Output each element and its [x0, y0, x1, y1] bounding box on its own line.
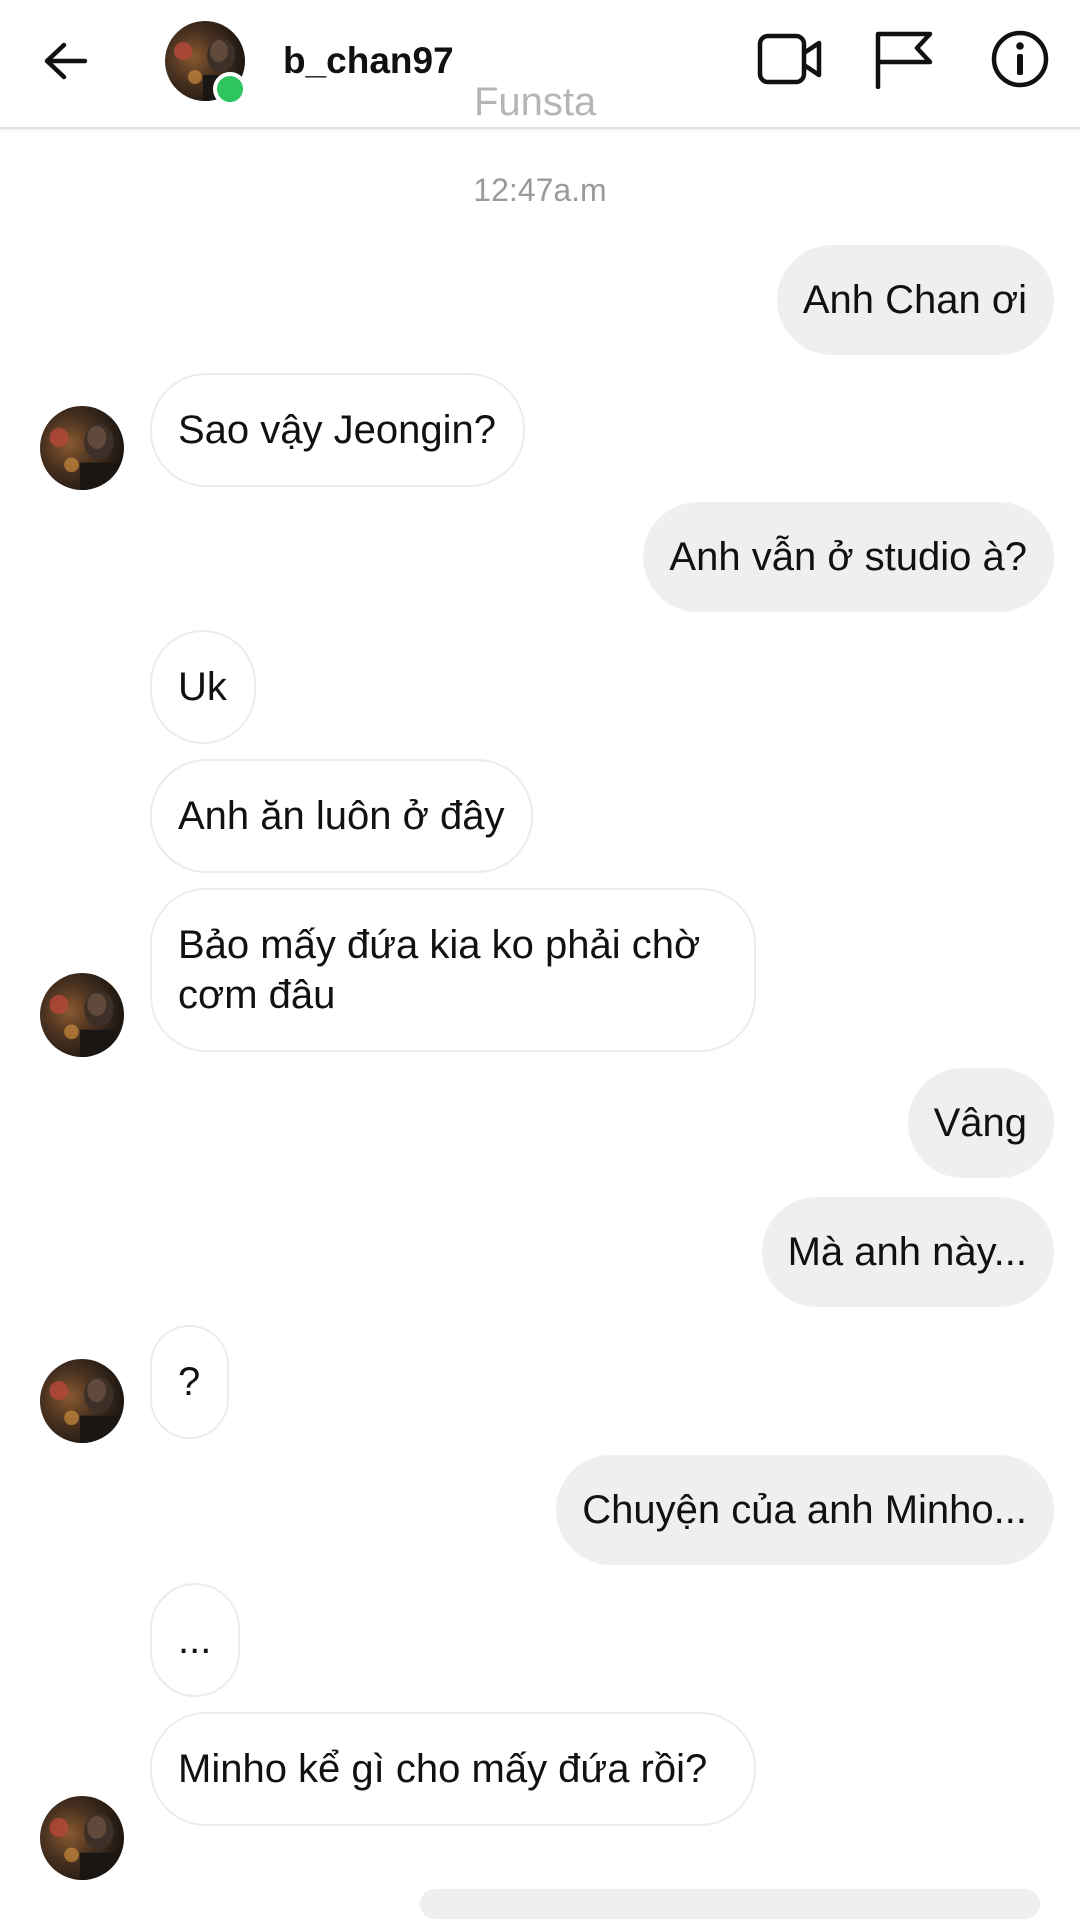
arrow-left-icon [44, 42, 88, 80]
report-button[interactable] [868, 26, 940, 92]
next-message-peek [420, 1889, 1040, 1919]
outgoing-message[interactable]: Chuyện của anh Minho... [556, 1455, 1054, 1565]
sender-avatar[interactable] [40, 1359, 124, 1443]
incoming-message[interactable]: ? [150, 1325, 230, 1439]
sender-avatar[interactable] [40, 1796, 124, 1880]
info-icon [991, 30, 1049, 88]
outgoing-message[interactable]: Anh Chan ơi [776, 245, 1054, 355]
incoming-message[interactable]: Uk [150, 630, 256, 744]
incoming-message[interactable]: Sao vậy Jeongin? [150, 373, 526, 487]
sender-avatar[interactable] [40, 973, 124, 1057]
outgoing-message[interactable]: Mà anh này... [761, 1197, 1054, 1307]
incoming-message[interactable]: ... [150, 1583, 241, 1697]
incoming-message[interactable]: Anh ăn luôn ở đây [150, 759, 534, 873]
incoming-message[interactable]: Bảo mấy đứa kia ko phải chờ cơm đâu [150, 888, 756, 1052]
outgoing-message[interactable]: Vâng [907, 1068, 1054, 1178]
message-timestamp: 12:47a.m [473, 172, 607, 208]
outgoing-message[interactable]: Anh vẫn ở studio à? [643, 502, 1054, 612]
incoming-message[interactable]: Minho kể gì cho mấy đứa rồi? [150, 1712, 756, 1826]
contact-username[interactable]: b_chan97 [283, 40, 454, 82]
video-camera-icon [757, 33, 822, 85]
conversation-info-button[interactable] [984, 26, 1056, 92]
video-call-button[interactable] [754, 26, 826, 92]
chat-header: b_chan97 Funsta [0, 0, 1080, 129]
chat-subtitle: Funsta [474, 80, 597, 124]
back-button[interactable] [40, 36, 90, 86]
online-status-indicator [213, 72, 247, 106]
flag-icon [875, 31, 933, 89]
sender-avatar[interactable] [40, 406, 124, 490]
